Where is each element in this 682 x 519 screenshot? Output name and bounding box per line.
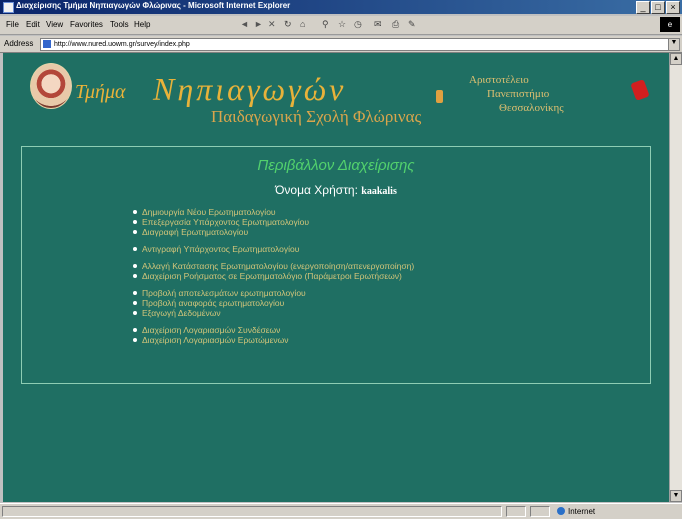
menu-link-view-report[interactable]: Προβολή αναφοράς ερωτηματολογίου (132, 298, 414, 308)
page-icon (43, 40, 51, 48)
address-bar: Address http://www.nured.uowm.gr/survey/… (0, 36, 682, 53)
menu-link-export-data[interactable]: Εξαγωγή Δεδομένων (132, 308, 414, 318)
status-pane (506, 506, 526, 517)
menu-bar: File Edit View Favorites Tools Help ◄ ► … (0, 16, 682, 35)
menu-view[interactable]: View (46, 20, 63, 29)
trophy-icon (436, 90, 443, 103)
status-text-pane (2, 506, 502, 517)
department-name: Νηπιαγωγών (153, 71, 347, 107)
university-line-3: Θεσσαλονίκης (499, 102, 564, 114)
page-content: Τμήμα Νηπιαγωγών Παιδαγωγική Σχολή Φλώρι… (3, 53, 670, 502)
menu-link-delete-survey[interactable]: Διαγραφή Ερωτηματολογίου (132, 227, 414, 237)
edit-icon[interactable]: ✎ (408, 19, 418, 29)
window-controls: _ □ × (636, 1, 680, 14)
security-zone: Internet (557, 507, 595, 516)
admin-menu: Δημιουργία Νέου Ερωτηματολογίου Επεξεργα… (132, 207, 414, 345)
back-icon[interactable]: ◄ (240, 19, 250, 29)
menu-link-view-results[interactable]: Προβολή αποτελεσμάτων ερωτηματολογίου (132, 288, 414, 298)
refresh-icon[interactable]: ↻ (284, 19, 294, 29)
zone-label: Internet (568, 507, 596, 516)
favorites-icon[interactable]: ☆ (338, 19, 348, 29)
menu-help[interactable]: Help (134, 20, 150, 29)
minimize-button[interactable]: _ (636, 1, 650, 14)
menu-link-change-status[interactable]: Αλλαγή Κατάστασης Ερωτηματολογίου (ενεργ… (132, 261, 414, 271)
status-bar: Internet (0, 503, 682, 519)
address-dropdown-button[interactable]: ▼ (668, 38, 680, 51)
admin-panel: Περιβάλλον Διαχείρισης Όνομα Χρήστη: kaa… (21, 146, 651, 384)
history-icon[interactable]: ◷ (354, 19, 364, 29)
scroll-up-icon[interactable]: ▲ (670, 53, 682, 65)
username-value: kaakalis (361, 186, 397, 197)
maximize-button[interactable]: □ (651, 1, 665, 14)
title-bar: Διαχείρισης Τμήμα Νηπιαγωγών Φλώρινας - … (0, 0, 682, 14)
menu-link-manage-respondent-accounts[interactable]: Διαχείριση Λογαριασμών Ερωτώμενων (132, 335, 414, 345)
scroll-down-icon[interactable]: ▼ (670, 490, 682, 502)
menu-link-copy-survey[interactable]: Αντιγραφή Υπάρχοντος Ερωτηματολογίου (132, 244, 414, 254)
panel-title: Περιβάλλον Διαχείρισης (257, 157, 415, 174)
menu-link-manage-flow[interactable]: Διαχείριση Ροήσματος σε Ερωτηματολόγιο (… (132, 271, 414, 281)
menu-link-create-survey[interactable]: Δημιουργία Νέου Ερωτηματολογίου (132, 207, 414, 217)
internet-globe-icon (557, 507, 565, 515)
menu-file[interactable]: File (6, 20, 19, 29)
department-word: Τμήμα (75, 81, 126, 103)
menu-link-edit-survey[interactable]: Επεξεργασία Υπάρχοντος Ερωτηματολογίου (132, 217, 414, 227)
university-line-2: Πανεπιστήμιο (487, 88, 550, 100)
print-icon[interactable]: ⎙ (392, 19, 402, 29)
menu-favorites[interactable]: Favorites (70, 20, 103, 29)
search-icon[interactable]: ⚲ (322, 19, 332, 29)
home-icon[interactable]: ⌂ (300, 19, 310, 29)
menu-edit[interactable]: Edit (26, 20, 40, 29)
close-button[interactable]: × (666, 1, 680, 14)
window-title: Διαχείρισης Τμήμα Νηπιαγωγών Φλώρινας - … (16, 1, 291, 10)
address-input[interactable]: http://www.nured.uowm.gr/survey/index.ph… (40, 38, 672, 51)
address-label: Address (4, 39, 34, 48)
university-emblem-icon (630, 79, 650, 101)
address-url: http://www.nured.uowm.gr/survey/index.ph… (54, 41, 190, 48)
menu-tools[interactable]: Tools (110, 20, 129, 29)
forward-icon[interactable]: ► (254, 19, 264, 29)
vertical-scrollbar[interactable]: ▲ ▼ (669, 53, 682, 502)
status-pane (530, 506, 550, 517)
browser-icon (3, 2, 14, 13)
school-name: Παιδαγωγική Σχολή Φλώρινας (211, 107, 422, 126)
department-logo (30, 63, 72, 109)
username-label: Όνομα Χρήστη: (275, 183, 358, 197)
ie-logo-icon: e (660, 17, 680, 32)
mail-icon[interactable]: ✉ (374, 19, 384, 29)
university-line-1: Αριστοτέλειο (469, 74, 529, 86)
university-name: Αριστοτέλειο Πανεπιστήμιο Θεσσαλονίκης (469, 73, 564, 115)
stop-icon[interactable]: ✕ (268, 19, 278, 29)
username-line: Όνομα Χρήστη: kaakalis (22, 183, 650, 197)
menu-link-manage-login-accounts[interactable]: Διαχείριση Λογαριασμών Συνδέσεων (132, 325, 414, 335)
